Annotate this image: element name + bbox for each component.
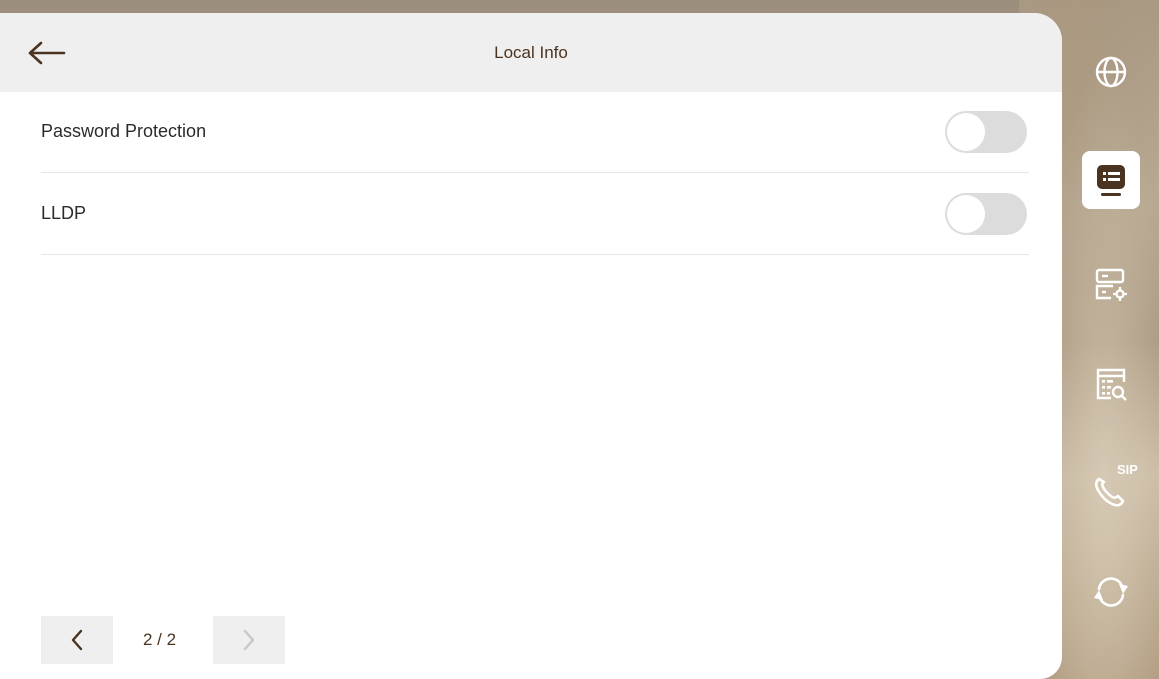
setting-label: LLDP bbox=[41, 203, 87, 223]
next-page-button[interactable] bbox=[213, 616, 285, 664]
setting-row-password-protection: Password Protection bbox=[41, 92, 1029, 173]
chevron-left-icon bbox=[71, 629, 83, 651]
globe-icon bbox=[1095, 56, 1127, 88]
toggle-knob bbox=[947, 195, 985, 233]
sidebar-item-system-info[interactable] bbox=[1082, 355, 1140, 413]
sip-label: SIP bbox=[1117, 462, 1138, 477]
sidebar: SIP bbox=[1062, 0, 1159, 679]
settings-panel: Local Info Password Protection LLDP 2 / … bbox=[0, 13, 1062, 679]
lldp-toggle[interactable] bbox=[945, 193, 1027, 235]
setting-row-lldp: LLDP bbox=[41, 174, 1029, 255]
page-indicator: 2 / 2 bbox=[143, 630, 177, 649]
toggle-knob bbox=[947, 113, 985, 151]
page-title: Local Info bbox=[494, 43, 568, 62]
sidebar-item-maintenance[interactable] bbox=[1082, 563, 1140, 621]
system-search-icon bbox=[1096, 368, 1127, 401]
sidebar-item-local-info[interactable] bbox=[1082, 151, 1140, 209]
server-settings-icon bbox=[1095, 268, 1127, 301]
header-bar: Local Info bbox=[0, 13, 1062, 92]
setting-label: Password Protection bbox=[41, 121, 207, 141]
chevron-right-icon bbox=[243, 629, 255, 651]
refresh-icon bbox=[1094, 577, 1128, 607]
local-info-icon bbox=[1097, 165, 1125, 196]
sidebar-item-server-settings[interactable] bbox=[1082, 255, 1140, 313]
previous-page-button[interactable] bbox=[41, 616, 113, 664]
password-protection-toggle[interactable] bbox=[945, 111, 1027, 153]
sidebar-item-network[interactable] bbox=[1082, 43, 1140, 101]
sidebar-item-sip[interactable]: SIP bbox=[1082, 458, 1140, 516]
